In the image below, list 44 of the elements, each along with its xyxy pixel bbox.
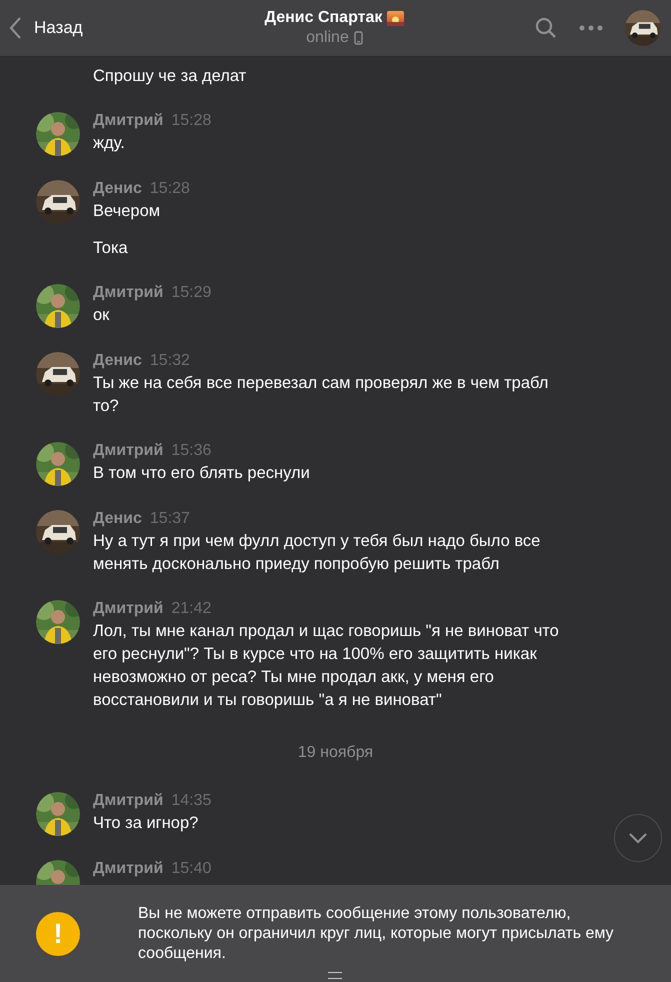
message-text: Спрошу че за делат xyxy=(93,66,248,87)
message-time: 15:28 xyxy=(171,112,212,130)
message-text: Что за игнор? xyxy=(93,813,200,834)
author-name: Дмитрий xyxy=(93,284,164,302)
scroll-down-button[interactable] xyxy=(614,814,662,862)
message-text: Ну а тут я при чем фулл доступ у тебя был надо было все менять досконально приеду попробую решить трабл xyxy=(93,531,542,575)
message-text: жду. xyxy=(93,133,126,154)
message-text: Лол, ты мне канал продал и щас говоришь "я не виноват что его реснули"? Ты в курсе что на 100% его защитить никак невозможно от реса? Ты мне продал акк, у меня его восстановили и ты говоришь "а я не виноват" xyxy=(93,621,559,711)
more-icon xyxy=(579,25,603,31)
author-name: Денис xyxy=(93,352,142,370)
search-icon xyxy=(535,17,557,39)
search-button[interactable] xyxy=(535,17,557,39)
author-name: Дмитрий xyxy=(93,792,164,810)
message-time: 15:36 xyxy=(171,442,212,460)
back-button[interactable]: Назад xyxy=(8,16,158,40)
message-time: 21:42 xyxy=(171,600,212,618)
author-name: Денис xyxy=(93,180,142,198)
handle-icon[interactable] xyxy=(328,972,342,979)
date-divider: 19 ноября xyxy=(298,744,374,761)
warning-icon: ! xyxy=(36,912,80,956)
notice-text: Вы не можете отправить сообщение этому пользователю, поскольку он ограничил круг лиц, которые могут присылать ему сообщения. xyxy=(138,904,615,964)
message-text: Тока xyxy=(93,238,129,259)
author-name: Дмитрий xyxy=(93,112,164,130)
chevron-left-icon xyxy=(8,16,22,40)
more-button[interactable] xyxy=(579,25,603,31)
author-name: Денис xyxy=(93,510,142,528)
sunset-icon xyxy=(387,10,404,26)
message-time: 15:32 xyxy=(150,352,190,370)
message-time: 15:29 xyxy=(171,284,212,302)
message-text: ок xyxy=(93,305,110,326)
message-text: Вечером xyxy=(93,201,162,222)
message-text: Ты же на себя все перевезал сам проверял же в чем трабл то? xyxy=(93,373,550,417)
message-time: 15:28 xyxy=(150,180,190,198)
message-time: 15:37 xyxy=(150,510,190,528)
author-name: Дмитрий xyxy=(93,600,164,618)
contact-name: Денис Спартак xyxy=(264,9,382,27)
author-name: Дмитрий xyxy=(93,860,164,878)
message-time: 15:40 xyxy=(171,860,212,878)
online-status: online xyxy=(306,29,349,47)
phone-icon xyxy=(354,31,363,45)
message-time: 14:35 xyxy=(171,792,212,810)
message-text: В том что его блять реснули xyxy=(93,463,311,484)
chevron-down-icon xyxy=(628,832,648,844)
author-name: Дмитрий xyxy=(93,442,164,460)
